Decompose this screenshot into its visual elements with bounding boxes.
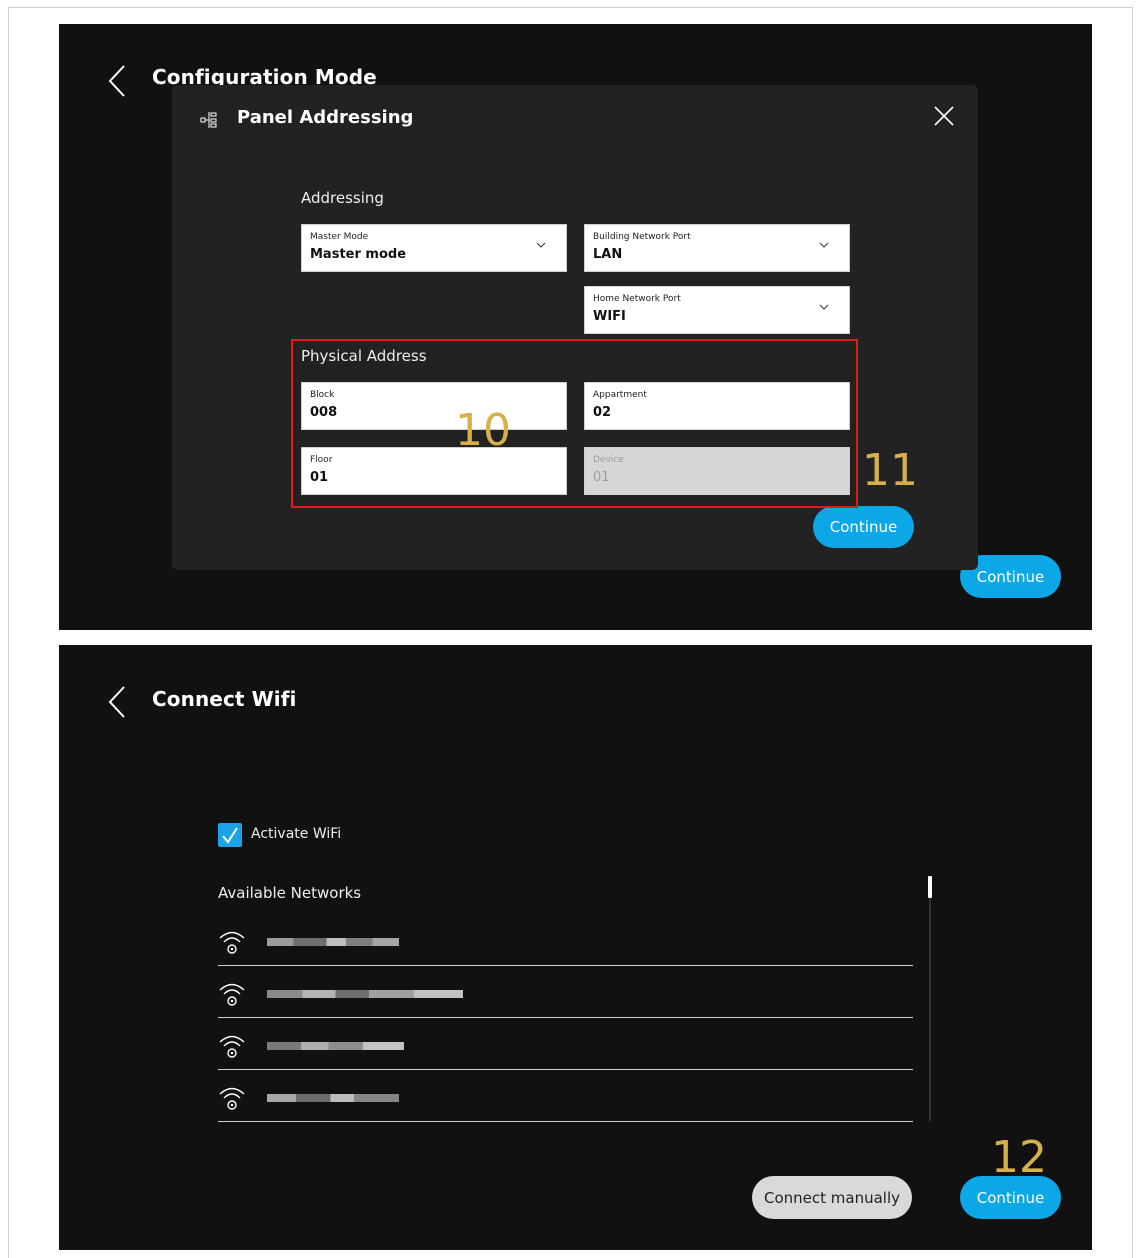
field-label: Building Network Port [593, 232, 691, 242]
field-value: Master mode [310, 247, 407, 262]
activate-wifi-label: Activate WiFi [251, 826, 342, 842]
chevron-down-icon [536, 242, 546, 248]
activate-wifi-checkbox[interactable] [218, 823, 242, 847]
callout-number: 10 [455, 405, 511, 456]
field-value: LAN [593, 247, 623, 262]
network-tree-icon [200, 112, 217, 128]
home-network-port-select[interactable]: Home Network Port WIFI [584, 286, 850, 334]
wifi-icon [219, 1035, 245, 1058]
physical-address-highlight [291, 339, 858, 508]
chevron-down-icon [819, 304, 829, 310]
network-list-scrollbar[interactable] [929, 876, 931, 1121]
connect-wifi-screen: Connect Wifi Activate WiFi Available Net… [59, 645, 1092, 1250]
connect-manually-button[interactable]: Connect manually [752, 1176, 912, 1219]
scrollbar-thumb[interactable] [928, 876, 932, 898]
network-list-item[interactable] [218, 966, 913, 1018]
field-label: Master Mode [310, 232, 369, 242]
wifi-icon [219, 983, 245, 1006]
continue-button[interactable]: Continue [960, 1176, 1061, 1219]
network-list-item[interactable] [218, 1018, 913, 1070]
callout-number: 11 [862, 445, 918, 496]
redacted-network-name [267, 1042, 404, 1050]
redacted-network-name [267, 938, 399, 946]
field-label: Home Network Port [593, 294, 681, 304]
redacted-network-name [267, 1094, 399, 1102]
field-value: WIFI [593, 309, 626, 324]
wifi-icon [219, 931, 245, 954]
dialog-continue-button[interactable]: Continue [813, 506, 914, 548]
redacted-network-name [267, 990, 463, 998]
back-chevron-icon[interactable] [106, 64, 128, 98]
network-list-item[interactable] [218, 914, 913, 966]
page-title: Connect Wifi [152, 687, 297, 711]
callout-number: 12 [991, 1132, 1047, 1183]
configuration-mode-screen: Configuration Mode Continue Panel Addres… [59, 24, 1092, 630]
addressing-heading: Addressing [301, 189, 384, 207]
close-icon[interactable] [933, 105, 955, 127]
network-list-item[interactable] [218, 1070, 913, 1122]
master-mode-select[interactable]: Master Mode Master mode [301, 224, 567, 272]
back-chevron-icon[interactable] [106, 685, 128, 719]
building-network-port-select[interactable]: Building Network Port LAN [584, 224, 850, 272]
available-networks-heading: Available Networks [218, 884, 362, 902]
chevron-down-icon [819, 242, 829, 248]
wifi-icon [219, 1087, 245, 1110]
dialog-title: Panel Addressing [237, 107, 414, 128]
checkmark-icon [222, 827, 238, 844]
